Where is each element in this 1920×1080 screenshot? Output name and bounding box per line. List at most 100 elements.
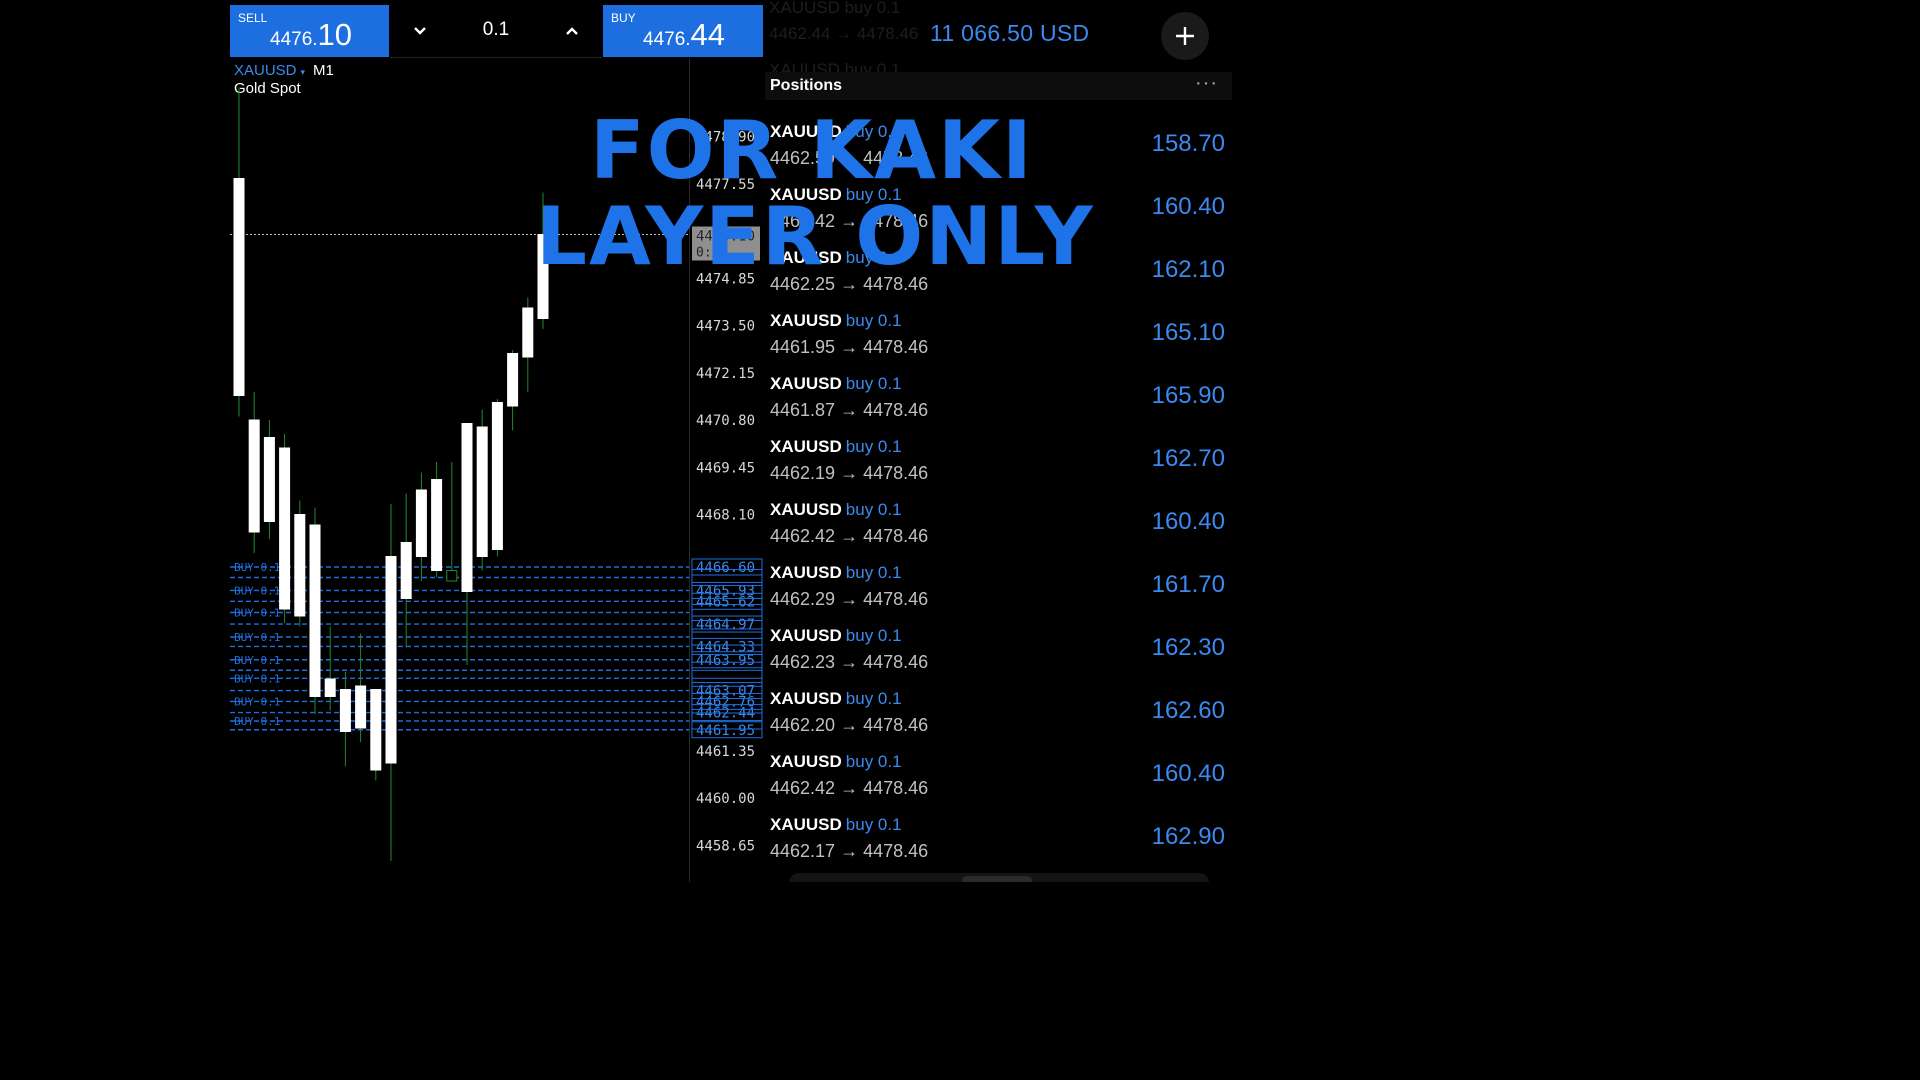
buy-price: 4476.44: [643, 17, 725, 53]
position-symbol-name: XAUUSD: [770, 689, 842, 708]
position-side: buy 0.1: [845, 563, 902, 582]
candle-body: [339, 689, 351, 732]
position-symbol: XAUUSD buy 0.1: [770, 689, 902, 709]
buy-label: BUY: [611, 11, 636, 25]
candle-body: [491, 402, 503, 550]
buy-price-large: 44: [690, 17, 726, 52]
candle-body: [446, 570, 458, 582]
sell-button[interactable]: SELL 4476.10: [230, 5, 389, 57]
position-row[interactable]: XAUUSD buy 0.1 4462.42 → 4478.46 160.40: [765, 746, 1232, 809]
candle-body: [248, 419, 260, 533]
candle-body: [370, 689, 382, 771]
candle-body: [355, 685, 367, 729]
position-current-price: 4478.46: [863, 652, 929, 672]
order-line-label: BUY 0.1: [234, 715, 280, 728]
order-line-label: BUY 0.1: [234, 654, 280, 667]
position-open-price: 4462.42: [770, 526, 836, 546]
position-side: buy 0.1: [845, 374, 902, 393]
more-icon[interactable]: ···: [1195, 72, 1218, 95]
arrow-right-icon: →: [840, 526, 859, 546]
position-prices: 4462.42 → 4478.46: [770, 526, 928, 547]
position-current-price: 4478.46: [863, 463, 929, 483]
position-current-price: 4478.46: [863, 715, 929, 735]
position-open-price: 4461.87: [770, 400, 836, 420]
position-row[interactable]: XAUUSD buy 0.1 4462.17 → 4478.46 162.90: [765, 809, 1232, 872]
position-profit: 162.30: [1151, 634, 1225, 661]
price-axis-label: 4472.15: [696, 366, 755, 382]
position-symbol-name: XAUUSD: [770, 374, 842, 393]
position-row[interactable]: XAUUSD buy 0.1 4461.95 → 4478.46 165.10: [765, 305, 1232, 368]
overlay-text-line-1: FOR KAKI: [590, 104, 1034, 197]
position-open-price: 4462.20: [770, 715, 836, 735]
position-side: buy 0.1: [845, 815, 902, 834]
buy-button[interactable]: BUY 4476.44: [603, 5, 763, 57]
position-symbol-name: XAUUSD: [770, 500, 842, 519]
position-symbol-name: XAUUSD: [770, 563, 842, 582]
ghost-row-prices: 4462.44 → 4478.46: [769, 24, 919, 43]
position-symbol-name: XAUUSD: [770, 815, 842, 834]
candle-body: [522, 307, 534, 358]
volume-selector: 0.1: [390, 5, 602, 58]
position-profit: 165.10: [1151, 319, 1225, 346]
price-axis-label: 4470.80: [696, 413, 755, 429]
position-row[interactable]: XAUUSD buy 0.1 4461.87 → 4478.46 165.90: [765, 368, 1232, 431]
position-profit: 162.10: [1151, 256, 1225, 283]
candle-body: [507, 353, 519, 407]
overlay-text-line-2: LAYER ONLY: [536, 190, 1095, 283]
order-line-label: BUY 0.1: [234, 561, 280, 574]
arrow-right-icon: →: [840, 400, 859, 420]
candle-body: [294, 514, 306, 617]
price-axis-label: 4468.10: [696, 508, 755, 524]
position-row[interactable]: XAUUSD buy 0.1 4462.20 → 4478.46 162.60: [765, 683, 1232, 746]
order-line-label: BUY 0.1: [234, 672, 280, 685]
price-axis-label: 4473.50: [696, 319, 755, 335]
position-side: buy 0.1: [845, 437, 902, 456]
position-symbol: XAUUSD buy 0.1: [770, 752, 902, 772]
candle-body: [476, 426, 488, 557]
arrow-right-icon: →: [840, 778, 859, 798]
price-axis-label: 4469.45: [696, 460, 755, 476]
ghost-row-symbol: XAUUSD buy 0.1: [769, 0, 901, 17]
candle-body: [324, 678, 336, 697]
position-symbol-name: XAUUSD: [770, 311, 842, 330]
chevron-down-icon[interactable]: [400, 15, 440, 47]
price-axis-label: 4458.65: [696, 838, 755, 854]
position-profit: 162.90: [1151, 823, 1225, 850]
plus-icon[interactable]: [1161, 12, 1209, 60]
price-axis-label: 4464.97: [696, 617, 755, 633]
position-symbol: XAUUSD buy 0.1: [770, 626, 902, 646]
sell-price: 4476.10: [270, 17, 352, 53]
position-profit: 162.60: [1151, 697, 1225, 724]
sell-price-large: 10: [317, 17, 353, 52]
position-symbol: XAUUSD buy 0.1: [770, 815, 902, 835]
candle-body: [263, 437, 275, 522]
position-prices: 4461.95 → 4478.46: [770, 337, 928, 358]
chevron-up-icon[interactable]: [552, 15, 592, 47]
position-profit: 165.90: [1151, 382, 1225, 409]
positions-title: Positions: [770, 77, 843, 94]
arrow-right-icon: →: [840, 715, 859, 735]
order-line-label: BUY 0.1: [234, 584, 280, 597]
position-current-price: 4478.46: [863, 841, 929, 861]
position-current-price: 4478.46: [863, 526, 929, 546]
order-line-label: BUY 0.1: [234, 695, 280, 708]
position-profit: 158.70: [1151, 130, 1225, 157]
position-row[interactable]: XAUUSD buy 0.1 4462.19 → 4478.46 162.70: [765, 431, 1232, 494]
candle-body: [400, 542, 412, 599]
position-prices: 4462.19 → 4478.46: [770, 463, 928, 484]
bottom-sheet-grip[interactable]: [962, 876, 1032, 882]
position-profit: 160.40: [1151, 193, 1225, 220]
volume-value[interactable]: 0.1: [460, 19, 532, 41]
position-row[interactable]: XAUUSD buy 0.1 4462.23 → 4478.46 162.30: [765, 620, 1232, 683]
position-prices: 4462.23 → 4478.46: [770, 652, 928, 673]
position-row[interactable]: XAUUSD buy 0.1 4462.29 → 4478.46 161.70: [765, 557, 1232, 620]
position-symbol-name: XAUUSD: [770, 437, 842, 456]
position-profit: 160.40: [1151, 760, 1225, 787]
position-profit: 162.70: [1151, 445, 1225, 472]
candle-body: [415, 489, 427, 557]
sell-price-small: 4476.: [270, 29, 318, 50]
price-axis-label: 4463.95: [696, 653, 755, 669]
position-row[interactable]: XAUUSD buy 0.1 4462.42 → 4478.46 160.40: [765, 494, 1232, 557]
position-prices: 4462.20 → 4478.46: [770, 715, 928, 736]
position-side: buy 0.1: [845, 311, 902, 330]
